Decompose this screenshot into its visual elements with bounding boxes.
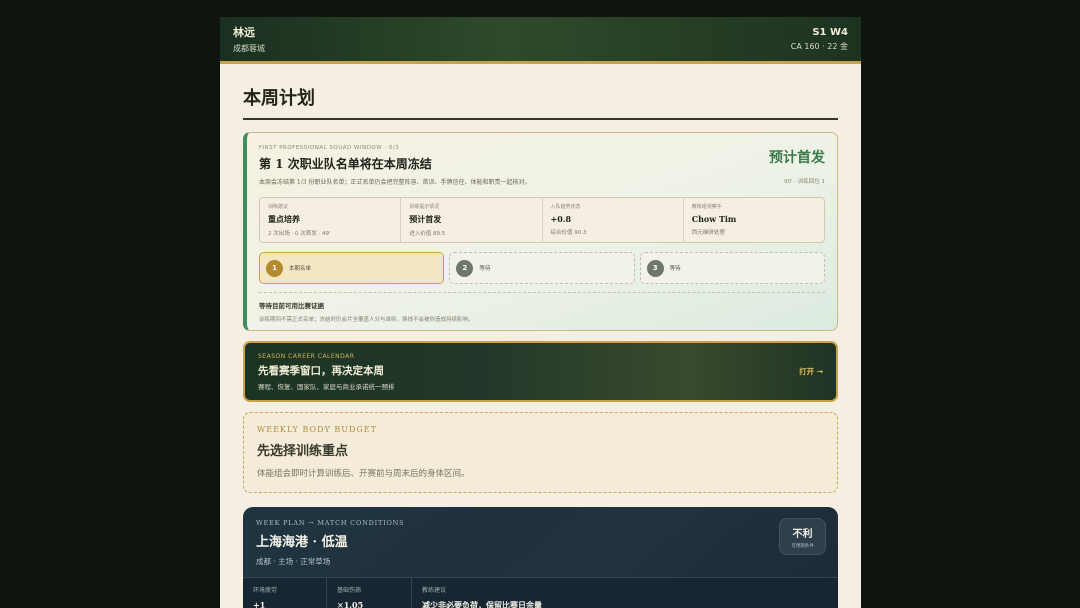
season-block: S1 W4 CA 160 · 22 金 bbox=[791, 27, 848, 52]
ca-info: CA 160 · 22 金 bbox=[790, 41, 848, 51]
club-name: 成都蓉城 bbox=[233, 44, 265, 53]
player-name: 林远 bbox=[233, 26, 255, 39]
step-pending[interactable]: 3 等待 bbox=[639, 252, 825, 284]
week-plan-header: WEEK PLAN → MATCH CONDITIONS 上海海港 · 低温 成… bbox=[243, 507, 838, 577]
app-window: 林远 成都蓉城 S1 W4 CA 160 · 22 金 本周计划 FIRST P… bbox=[220, 17, 861, 608]
calendar-text: SEASON CAREER CALENDAR 先看赛季窗口，再决定本周 赛程、恢… bbox=[258, 353, 395, 391]
calendar-open-button[interactable]: 打开 → bbox=[799, 366, 823, 377]
metric-key: 教练建议 bbox=[422, 587, 447, 594]
squad-description: 本周会冻结第 1/3 份职业队名单；正式名单仍会把完整阵容、首训、手牌信任、体能… bbox=[259, 179, 531, 186]
squad-eyebrow: FIRST PROFESSIONAL SQUAD WINDOW · 0/3 bbox=[259, 145, 400, 151]
metric-cell: 环境疲劳 +1 bbox=[243, 578, 327, 608]
match-metrics: 环境疲劳 +1 基础伤病 ×1.05 教练建议 减少非必要负荷，保留比赛日余量 bbox=[243, 577, 838, 608]
step-number: 2 bbox=[456, 259, 474, 277]
condition-badge: 不利 可预期条件 bbox=[779, 518, 826, 555]
projection-note: 90' · 训练回位 1 bbox=[783, 179, 825, 185]
metric-cell: 教练建议 减少非必要负荷，保留比赛日余量 bbox=[412, 578, 838, 608]
projection-block: 预计首发 90' · 训练回位 1 bbox=[769, 147, 825, 185]
metric-value: 减少非必要负荷，保留比赛日余量 bbox=[422, 600, 542, 608]
stat-value: +0.8 bbox=[550, 214, 572, 224]
week-plan-card: WEEK PLAN → MATCH CONDITIONS 上海海港 · 低温 成… bbox=[243, 507, 838, 608]
stat-cell: 训练建议 重点培养 2 次出场 · 0 次首发 · 49' bbox=[260, 198, 402, 242]
step-number: 1 bbox=[266, 259, 283, 277]
season-week: S1 W4 bbox=[812, 26, 848, 38]
condition-badge-sub: 可预期条件 bbox=[791, 544, 814, 549]
step-number: 3 bbox=[646, 259, 664, 277]
step-label: 等待 bbox=[479, 266, 491, 272]
budget-eyebrow: WEEKLY BODY BUDGET bbox=[257, 425, 377, 434]
stat-value: 预计首发 bbox=[409, 214, 442, 224]
main-content: 本周计划 FIRST PROFESSIONAL SQUAD WINDOW · 0… bbox=[220, 84, 861, 608]
stat-sub: 综合价值 90.3 bbox=[550, 230, 587, 236]
body-budget-card[interactable]: WEEKLY BODY BUDGET 先选择训练重点 体能组会即时计算训练后、开… bbox=[243, 412, 838, 493]
wait-title: 等待目前可用比赛证据 bbox=[259, 302, 324, 310]
wait-description: 训练期间不需正式名单；冻结时仍会片全覆盖人分与准则，换线不会被你造成持续影响。 bbox=[259, 317, 474, 323]
week-plan-title: 上海海港 · 低温 bbox=[256, 535, 348, 550]
stat-sub: 西元梯研处理 bbox=[691, 230, 725, 236]
stat-cell: 教练组观察手 Chow Tim 西元梯研处理 bbox=[684, 198, 824, 242]
stat-cell: 训练提示情况 预计首发 进入价值 89.5 bbox=[401, 198, 543, 242]
calendar-eyebrow: SEASON CAREER CALENDAR bbox=[258, 352, 355, 360]
step-label: 等待 bbox=[669, 266, 681, 272]
week-plan-subtitle: 成都 · 主场 · 正常草场 bbox=[256, 557, 331, 566]
step-label: 本期名单 bbox=[289, 266, 312, 272]
budget-description: 体能组会即时计算训练后、开赛前与周末后的身体区间。 bbox=[257, 469, 470, 479]
metric-key: 基础伤病 bbox=[337, 587, 362, 594]
metric-cell: 基础伤病 ×1.05 bbox=[327, 578, 412, 608]
player-block: 林远 成都蓉城 bbox=[233, 24, 265, 54]
squad-headline: 第 1 次职业队名单将在本周冻结 bbox=[259, 157, 432, 171]
stat-cell: 入队趋势状态 +0.8 综合价值 90.3 bbox=[543, 198, 684, 242]
squad-stats: 训练建议 重点培养 2 次出场 · 0 次首发 · 49' 训练提示情况 预计首… bbox=[259, 197, 825, 243]
stat-value: 重点培养 bbox=[268, 214, 300, 224]
metric-key: 环境疲劳 bbox=[253, 587, 278, 594]
squad-steps: 1 本期名单 2 等待 3 等待 bbox=[259, 252, 825, 284]
week-plan-eyebrow: WEEK PLAN → MATCH CONDITIONS bbox=[256, 519, 405, 527]
stat-sub: 2 次出场 · 0 次首发 · 49' bbox=[268, 231, 331, 237]
metric-value: +1 bbox=[253, 600, 266, 608]
calendar-subtitle: 赛程、恢复、国家队、家庭与商业承诺统一预排 bbox=[258, 382, 395, 391]
stat-value: Chow Tim bbox=[691, 214, 737, 224]
wait-box: 等待目前可用比赛证据 训练期间不需正式名单；冻结时仍会片全覆盖人分与准则，换线不… bbox=[259, 292, 825, 323]
stat-sub: 进入价值 89.5 bbox=[409, 231, 446, 237]
squad-window-card: FIRST PROFESSIONAL SQUAD WINDOW · 0/3 第 … bbox=[243, 132, 838, 331]
stat-key: 教练组观察手 bbox=[691, 204, 722, 210]
step-current[interactable]: 1 本期名单 bbox=[259, 252, 445, 284]
budget-title: 先选择训练重点 bbox=[257, 444, 349, 459]
projection-label: 预计首发 bbox=[769, 150, 825, 166]
step-pending[interactable]: 2 等待 bbox=[449, 252, 635, 284]
stat-key: 入队趋势状态 bbox=[550, 204, 581, 210]
stat-key: 训练建议 bbox=[268, 204, 289, 210]
metric-value: ×1.05 bbox=[337, 600, 364, 608]
season-calendar-banner[interactable]: SEASON CAREER CALENDAR 先看赛季窗口，再决定本周 赛程、恢… bbox=[243, 341, 838, 402]
stat-key: 训练提示情况 bbox=[409, 204, 440, 210]
calendar-title: 先看赛季窗口，再决定本周 bbox=[258, 364, 384, 377]
page-title: 本周计划 bbox=[243, 84, 838, 120]
top-bar: 林远 成都蓉城 S1 W4 CA 160 · 22 金 bbox=[220, 17, 861, 64]
condition-badge-main: 不利 bbox=[792, 529, 813, 540]
